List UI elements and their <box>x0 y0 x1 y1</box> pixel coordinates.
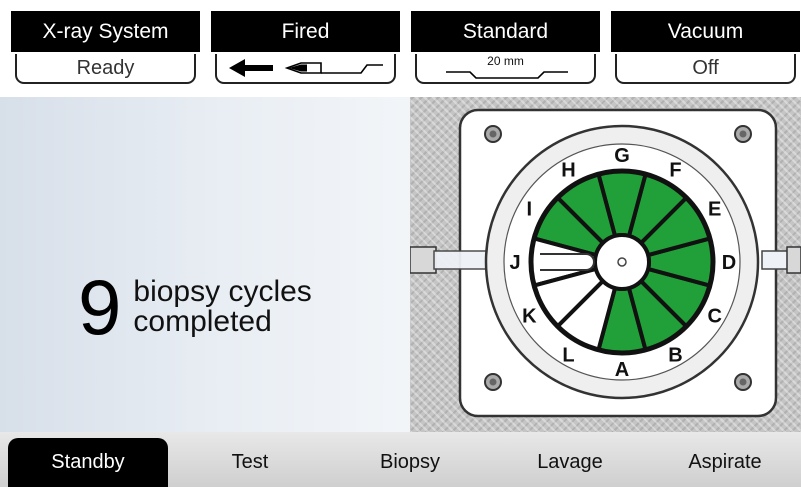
tab-aspirate[interactable]: Aspirate <box>650 438 800 487</box>
tab-standby[interactable]: Standby <box>8 438 168 487</box>
tab-biopsy[interactable]: Biopsy <box>330 438 490 487</box>
aperture-size-label: 20 mm <box>487 54 524 68</box>
main-area: 9 biopsy cycles completed A B C D E F G … <box>0 97 801 432</box>
aperture-status: 20 mm <box>415 54 596 84</box>
chamber-label-a: A <box>615 359 629 381</box>
xray-system-status: Ready <box>15 54 196 84</box>
fired-panel: Fired <box>211 11 400 86</box>
tissue-filter-diagram: A B C D E F G H I J K L <box>409 108 801 418</box>
cycles-message: 9 biopsy cycles completed <box>78 267 312 347</box>
xray-system-title: X-ray System <box>11 11 200 52</box>
fired-title: Fired <box>211 11 400 52</box>
tab-test[interactable]: Test <box>170 438 330 487</box>
vacuum-panel: Vacuum Off <box>611 11 800 86</box>
fired-status <box>215 54 396 84</box>
chamber-label-g: G <box>614 145 630 167</box>
standard-title: Standard <box>411 11 600 52</box>
chamber-label-i: I <box>527 199 533 221</box>
chamber-label-d: D <box>722 252 736 274</box>
chamber-label-b: B <box>668 345 682 367</box>
cycles-text-line2: completed <box>133 305 272 338</box>
chamber-label-l: L <box>562 345 574 367</box>
xray-system-panel: X-ray System Ready <box>11 11 200 86</box>
standard-panel: Standard 20 mm <box>411 11 600 86</box>
chamber-label-h: H <box>561 159 575 181</box>
mode-tabbar: Standby Test Biopsy Lavage Aspirate <box>0 432 801 487</box>
cycles-count: 9 <box>78 263 121 351</box>
chamber-label-k: K <box>522 306 537 328</box>
chamber-label-j: J <box>509 252 520 274</box>
vacuum-title: Vacuum <box>611 11 800 52</box>
cycles-text: biopsy cycles completed <box>133 277 311 337</box>
chamber-label-c: C <box>707 306 721 328</box>
sample-chamber-pane: A B C D E F G H I J K L <box>409 97 801 432</box>
status-header: X-ray System Ready Fired Standard 20 mm … <box>0 0 801 90</box>
cycles-text-line1: biopsy cycles <box>133 275 312 308</box>
vacuum-status: Off <box>615 54 796 84</box>
chamber-label-f: F <box>669 159 681 181</box>
outlet-tube <box>761 246 801 274</box>
hub-center <box>617 257 627 267</box>
tab-lavage[interactable]: Lavage <box>490 438 650 487</box>
needle-fired-icon <box>228 59 383 77</box>
chamber-label-e: E <box>708 199 721 221</box>
message-pane: 9 biopsy cycles completed <box>0 97 410 432</box>
